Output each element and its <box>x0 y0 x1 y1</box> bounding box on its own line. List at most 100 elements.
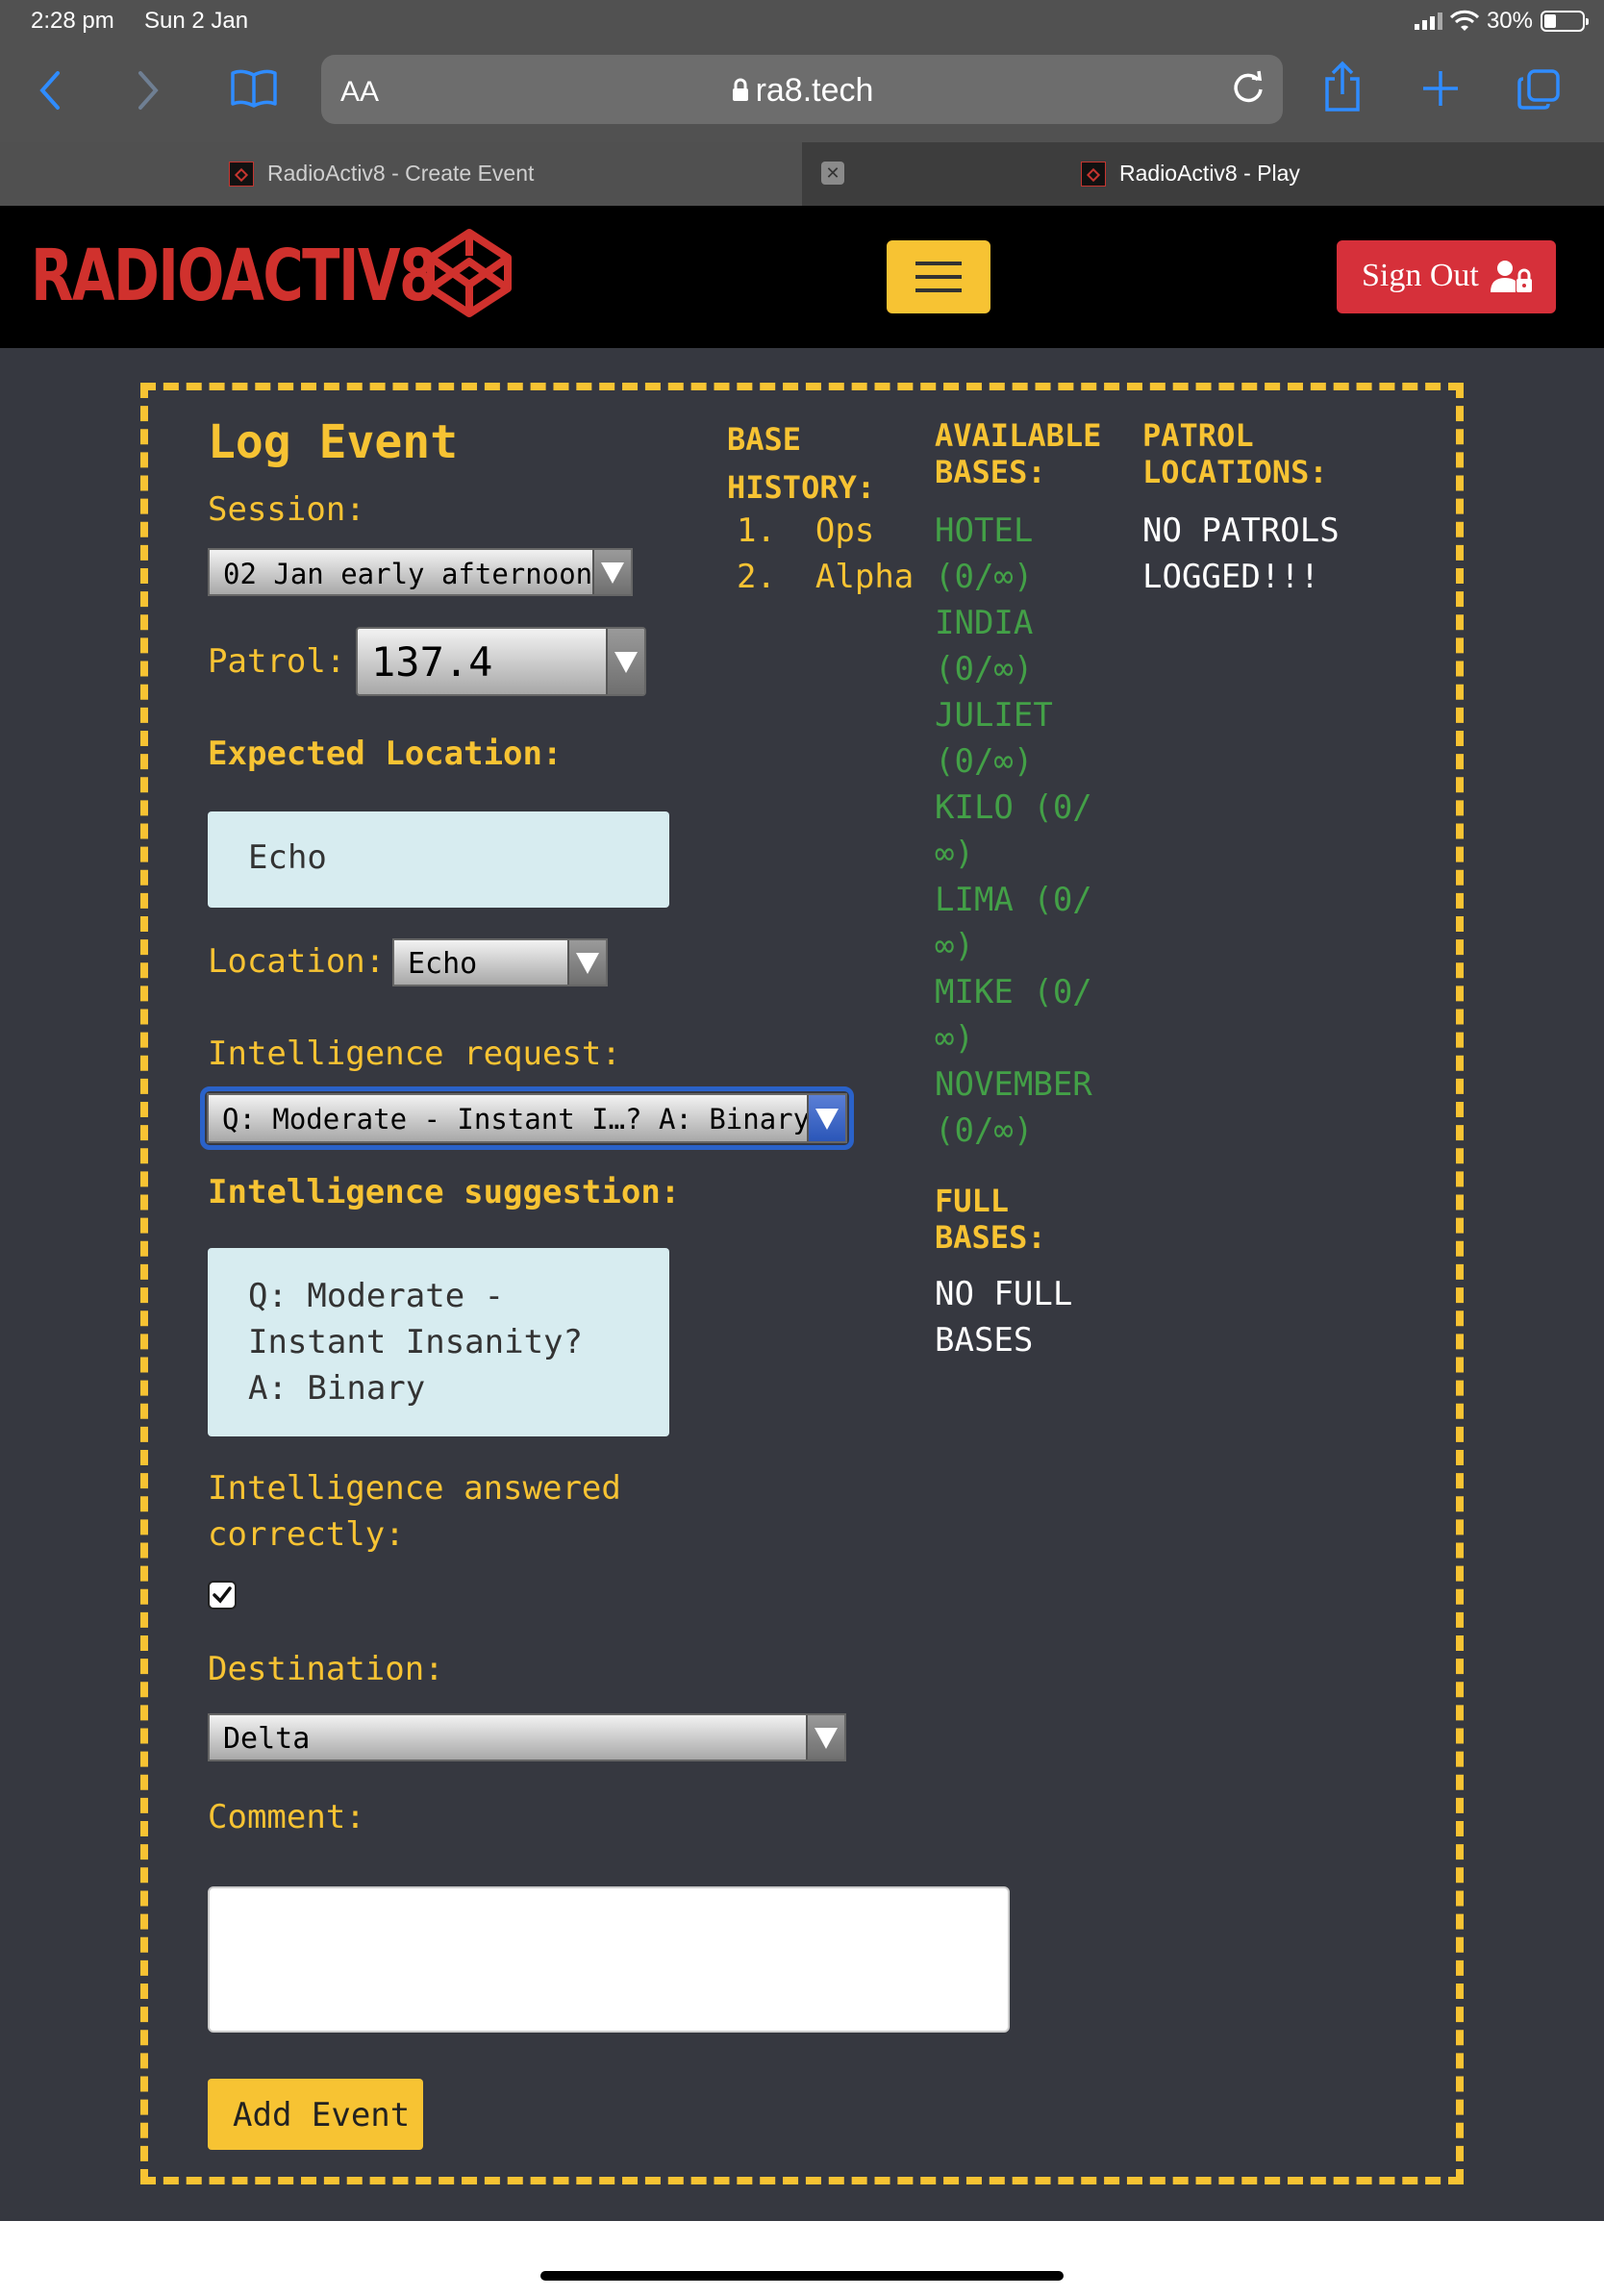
patrol-select[interactable]: 137.4 <box>356 627 646 696</box>
item-number: 2. <box>737 558 776 596</box>
user-lock-icon <box>1491 261 1532 292</box>
base-name: LIMA (0/ <box>935 881 1092 919</box>
new-tab-icon[interactable] <box>1421 69 1460 108</box>
battery-percent: 30% <box>1486 8 1533 34</box>
patrol-label: Patrol: <box>208 642 346 681</box>
patrol-locations-empty: NO PATROLS LOGGED!!! <box>1142 508 1340 600</box>
back-icon[interactable] <box>37 69 63 112</box>
tab-play[interactable]: ✕ RadioActiv8 - Play <box>802 142 1604 206</box>
base-capacity: ∞) <box>935 835 974 873</box>
intelligence-request-select[interactable]: Q: Moderate - Instant I…? A: Binary <box>207 1093 847 1143</box>
chevron-down-icon <box>592 550 631 594</box>
status-date: Sun 2 Jan <box>144 8 249 34</box>
location-select[interactable]: Echo <box>392 938 608 986</box>
status-time: 2:28 pm <box>31 8 114 34</box>
chevron-down-icon <box>606 629 644 694</box>
base-history-list: 1. Ops 2. Alpha <box>737 508 914 600</box>
tab-create-event[interactable]: RadioActiv8 - Create Event <box>0 142 802 206</box>
intelligence-answered-label: Intelligence answered correctly: <box>208 1465 621 1558</box>
heading-line: FULL <box>935 1183 1010 1219</box>
intelligence-suggestion-box: Q: Moderate - Instant Insanity? A: Binar… <box>208 1248 669 1436</box>
base-name: INDIA <box>935 604 1034 642</box>
brand-name[interactable]: RADIOACTIV8 <box>31 235 438 317</box>
bookmarks-icon[interactable] <box>229 67 279 110</box>
tabs-overview-icon[interactable] <box>1516 67 1562 112</box>
intelligence-correct-checkbox[interactable] <box>208 1581 237 1610</box>
heading-line: PATROL <box>1142 417 1254 454</box>
destination-select[interactable]: Delta <box>208 1713 846 1761</box>
list-item: 2. Alpha <box>737 554 914 600</box>
label-line: Intelligence answered <box>208 1469 621 1508</box>
base-item: LIMA (0/ ∞) <box>935 877 1092 969</box>
lock-icon <box>732 78 748 101</box>
base-capacity: (0/∞) <box>935 650 1034 688</box>
base-capacity: ∞) <box>935 1019 974 1058</box>
main-content: Log Event Session: 02 Jan early afternoo… <box>0 348 1604 2221</box>
url-display[interactable]: ra8.tech <box>321 72 1283 110</box>
empty-line: BASES <box>935 1321 1034 1360</box>
intelligence-suggestion-label: Intelligence suggestion: <box>208 1173 681 1211</box>
session-value: 02 Jan early afternoon <box>223 558 593 590</box>
intelligence-request-label: Intelligence request: <box>208 1035 621 1073</box>
share-icon[interactable] <box>1321 60 1364 115</box>
add-event-label: Add Event <box>233 2096 411 2134</box>
available-bases-heading: AVAILABLE BASES: <box>935 417 1101 490</box>
location-label: Location: <box>208 942 386 981</box>
codepen-cube-logo-icon[interactable] <box>425 227 514 319</box>
bottom-safe-area <box>0 2221 1604 2296</box>
address-bar[interactable]: AA ra8.tech <box>321 55 1283 124</box>
close-tab-icon[interactable]: ✕ <box>821 162 844 185</box>
tab-title: RadioActiv8 - Play <box>1119 161 1300 186</box>
radioactiv8-favicon <box>229 162 254 187</box>
base-capacity: (0/∞) <box>935 558 1034 596</box>
expected-location-box: Echo <box>208 811 669 908</box>
intelligence-request-value: Q: Moderate - Instant I…? A: Binary <box>222 1103 811 1136</box>
home-indicator[interactable] <box>540 2271 1064 2281</box>
session-label: Session: <box>208 490 365 529</box>
reload-icon[interactable] <box>1229 68 1267 107</box>
sign-out-label: Sign Out <box>1362 258 1479 293</box>
checkmark-icon <box>213 1586 232 1604</box>
base-name: JULIET <box>935 696 1053 735</box>
session-select[interactable]: 02 Jan early afternoon <box>208 548 633 596</box>
full-bases-empty: NO FULL BASES <box>935 1271 1072 1363</box>
suggestion-line: Q: Moderate - <box>248 1277 505 1315</box>
page-title: Log Event <box>208 415 459 469</box>
comment-textarea[interactable] <box>208 1886 1010 2033</box>
destination-label: Destination: <box>208 1650 444 1688</box>
base-item: KILO (0/ ∞) <box>935 785 1092 877</box>
add-event-button[interactable]: Add Event <box>208 2079 423 2150</box>
tab-title: RadioActiv8 - Create Event <box>267 161 535 186</box>
heading-line: LOCATIONS: <box>1142 454 1328 490</box>
base-history-heading: BASE HISTORY: <box>727 415 875 512</box>
chevron-down-icon <box>807 1095 845 1141</box>
heading-line: BASES: <box>935 454 1046 490</box>
available-bases-list: HOTEL (0/∞) INDIA (0/∞) JULIET (0/∞) KILO (… <box>935 508 1092 1154</box>
suggestion-line: Instant Insanity? <box>248 1323 583 1361</box>
destination-value: Delta <box>223 1722 311 1756</box>
hamburger-menu-button[interactable] <box>887 240 990 313</box>
heading-line: BASES: <box>935 1219 1046 1256</box>
sign-out-button[interactable]: Sign Out <box>1337 240 1556 313</box>
empty-line: LOGGED!!! <box>1142 558 1320 596</box>
base-capacity: (0/∞) <box>935 742 1034 781</box>
base-name: HOTEL <box>935 512 1034 550</box>
status-indicators: 30% <box>1414 8 1589 35</box>
comment-label: Comment: <box>208 1798 365 1836</box>
base-item: JULIET (0/∞) <box>935 692 1092 785</box>
radioactiv8-favicon <box>1081 162 1106 187</box>
full-bases-heading: FULL BASES: <box>935 1183 1046 1256</box>
signal-icon <box>1414 12 1442 30</box>
forward-icon[interactable] <box>135 69 162 112</box>
empty-line: NO FULL <box>935 1275 1073 1313</box>
patrol-locations-heading: PATROL LOCATIONS: <box>1142 417 1328 490</box>
label-line: correctly: <box>208 1515 405 1554</box>
expected-location-value: Echo <box>248 838 327 877</box>
base-item: MIKE (0/ ∞) <box>935 969 1092 1061</box>
chevron-down-icon <box>806 1715 844 1759</box>
item-number: 1. <box>737 512 776 550</box>
base-name: KILO (0/ <box>935 788 1092 827</box>
suggestion-line: A: Binary <box>248 1369 426 1408</box>
browser-toolbar: AA ra8.tech <box>0 46 1604 142</box>
chevron-down-icon <box>567 940 606 985</box>
